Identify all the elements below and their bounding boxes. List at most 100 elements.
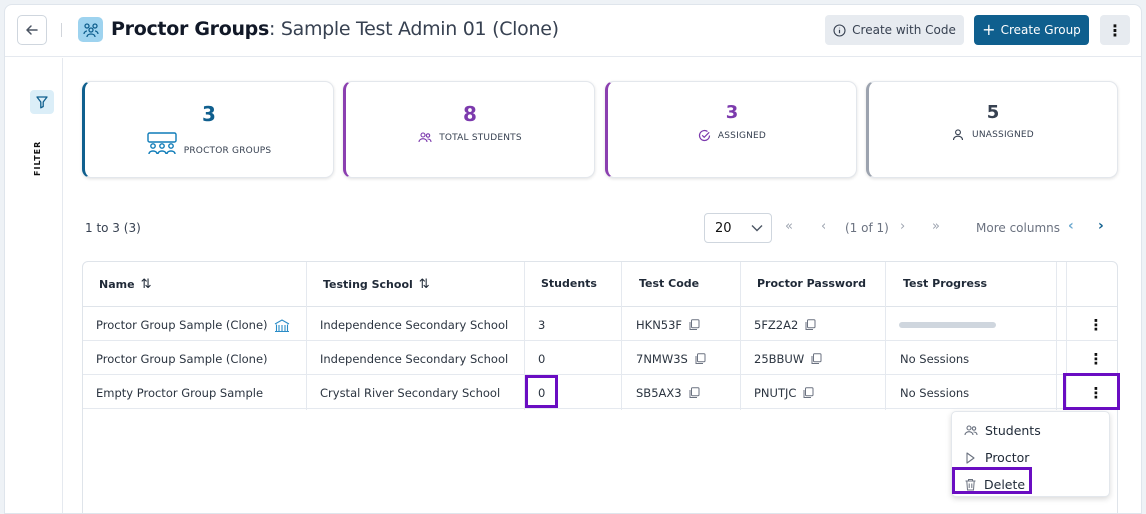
stat-card-unassigned: 5 UNASSIGNED (866, 81, 1118, 178)
stat-value: 5 (986, 102, 1000, 123)
kebab-icon: ⋮ (1107, 20, 1123, 40)
kebab-icon: ⋮ (1088, 350, 1104, 368)
prev-page-button[interactable]: ‹ (821, 219, 826, 234)
col-header-testing-school[interactable]: Testing School ⇅ (323, 277, 430, 292)
stat-card-proctor-groups: 3 PROCTOR GROUPS (82, 81, 334, 178)
page-title-sub: : Sample Test Admin 01 (Clone) (269, 18, 559, 40)
copy-icon[interactable] (810, 353, 822, 365)
create-group-button[interactable]: + Create Group (974, 15, 1089, 45)
stat-value: 3 (202, 102, 216, 126)
first-page-button[interactable]: « (785, 219, 793, 234)
col-header-test-progress: Test Progress (903, 277, 988, 290)
students-count: 3 (538, 318, 546, 332)
columns-prev-button[interactable]: ‹ (1068, 218, 1074, 234)
test-progress-bar (899, 322, 996, 328)
chevron-right-icon: › (900, 219, 906, 234)
next-page-button[interactable]: › (900, 219, 905, 234)
more-columns-label: More columns (976, 221, 1060, 235)
school-building-icon (274, 318, 289, 332)
sort-icon: ⇅ (418, 277, 430, 292)
chevron-left-icon: ‹ (1068, 218, 1074, 234)
result-range: 1 to 3 (3) (85, 221, 141, 235)
filter-rail: FILTER (5, 58, 63, 513)
sort-icon: ⇅ (140, 277, 152, 292)
page-title: Proctor Groups: Sample Test Admin 01 (Cl… (111, 18, 559, 40)
group-name[interactable]: Proctor Group Sample (Clone) (96, 318, 268, 332)
proctor-password: PNUTJC (754, 386, 797, 400)
arrow-left-icon (26, 25, 38, 35)
table-row[interactable]: Proctor Group Sample (Clone) Independenc… (83, 342, 1117, 375)
stat-label: TOTAL STUDENTS (439, 132, 522, 143)
header-divider (61, 23, 62, 37)
double-chevron-left-icon: « (785, 219, 793, 234)
kebab-icon: ⋮ (1088, 316, 1104, 334)
menu-item-label: Students (985, 423, 1041, 438)
group-name[interactable]: Empty Proctor Group Sample (96, 386, 263, 400)
test-progress: No Sessions (900, 352, 970, 366)
back-button[interactable] (17, 15, 47, 45)
proctor-groups-icon (78, 17, 103, 42)
stat-card-assigned: 3 ASSIGNED (605, 81, 857, 178)
row-actions-button[interactable]: ⋮ (1086, 348, 1106, 370)
stat-value: 3 (725, 102, 739, 123)
testing-school: Independence Secondary School (320, 352, 509, 366)
group-name[interactable]: Proctor Group Sample (Clone) (96, 352, 268, 366)
copy-icon[interactable] (688, 387, 700, 399)
columns-next-button[interactable]: › (1098, 218, 1104, 234)
testing-school: Crystal River Secondary School (320, 386, 501, 400)
highlight-row-actions (1063, 373, 1120, 410)
students-count: 0 (538, 352, 546, 366)
test-code: 7NMW3S (636, 352, 688, 366)
page-size-select[interactable]: 20 (704, 213, 772, 243)
copy-icon[interactable] (694, 353, 706, 365)
test-progress: No Sessions (900, 386, 970, 400)
copy-icon[interactable] (688, 319, 700, 331)
create-group-label: Create Group (1000, 23, 1081, 37)
copy-icon[interactable] (804, 319, 816, 331)
filter-button[interactable] (30, 90, 54, 114)
users-icon (964, 425, 978, 436)
stat-label: PROCTOR GROUPS (183, 146, 272, 156)
col-header-proctor-password: Proctor Password (757, 277, 866, 290)
chevron-right-icon: › (1098, 218, 1104, 234)
funnel-icon (36, 96, 48, 109)
menu-item-students[interactable]: Students (964, 423, 1041, 438)
create-with-code-label: Create with Code (852, 23, 956, 37)
info-icon (833, 23, 846, 37)
user-icon (952, 129, 964, 141)
stat-card-total-students: 8 TOTAL STUDENTS (343, 81, 595, 178)
proctor-password: 5FZ2A2 (754, 318, 799, 332)
table-header: Name ⇅ Testing School ⇅ Students Test Code… (83, 262, 1117, 307)
test-code: HKN53F (636, 318, 683, 332)
create-with-code-button[interactable]: Create with Code (825, 15, 964, 45)
stat-value: 8 (463, 102, 477, 126)
col-header-test-code: Test Code (639, 277, 700, 290)
col-header-name[interactable]: Name ⇅ (99, 277, 151, 292)
group-icon (147, 132, 177, 155)
page-title-main: Proctor Groups (111, 18, 269, 40)
copy-icon[interactable] (802, 387, 814, 399)
test-code: SB5AX3 (636, 386, 682, 400)
double-chevron-right-icon: » (932, 219, 940, 234)
header-more-button[interactable]: ⋮ (1100, 15, 1130, 45)
col-header-students: Students (541, 277, 597, 290)
stat-label: UNASSIGNED (972, 130, 1034, 140)
check-circle-icon (698, 129, 711, 142)
menu-item-label: Proctor (985, 450, 1030, 465)
chevron-down-icon (751, 225, 763, 232)
table-row[interactable]: Empty Proctor Group Sample Crystal River… (83, 376, 1117, 409)
app-frame: Proctor Groups: Sample Test Admin 01 (Cl… (4, 4, 1142, 514)
row-actions-button[interactable]: ⋮ (1086, 314, 1106, 336)
page-header: Proctor Groups: Sample Test Admin 01 (Cl… (5, 5, 1141, 57)
testing-school: Independence Secondary School (320, 318, 509, 332)
filter-label: FILTER (33, 140, 42, 176)
highlight-students-cell (525, 375, 558, 408)
last-page-button[interactable]: » (932, 219, 940, 234)
highlight-delete-item (952, 467, 1032, 494)
chevron-left-icon: ‹ (821, 219, 827, 234)
plus-icon: + (982, 20, 996, 39)
proctor-password: 25BBUW (754, 352, 805, 366)
table-row[interactable]: Proctor Group Sample (Clone) Independenc… (83, 308, 1117, 341)
menu-item-proctor[interactable]: Proctor (964, 450, 1029, 465)
users-icon (418, 132, 432, 143)
